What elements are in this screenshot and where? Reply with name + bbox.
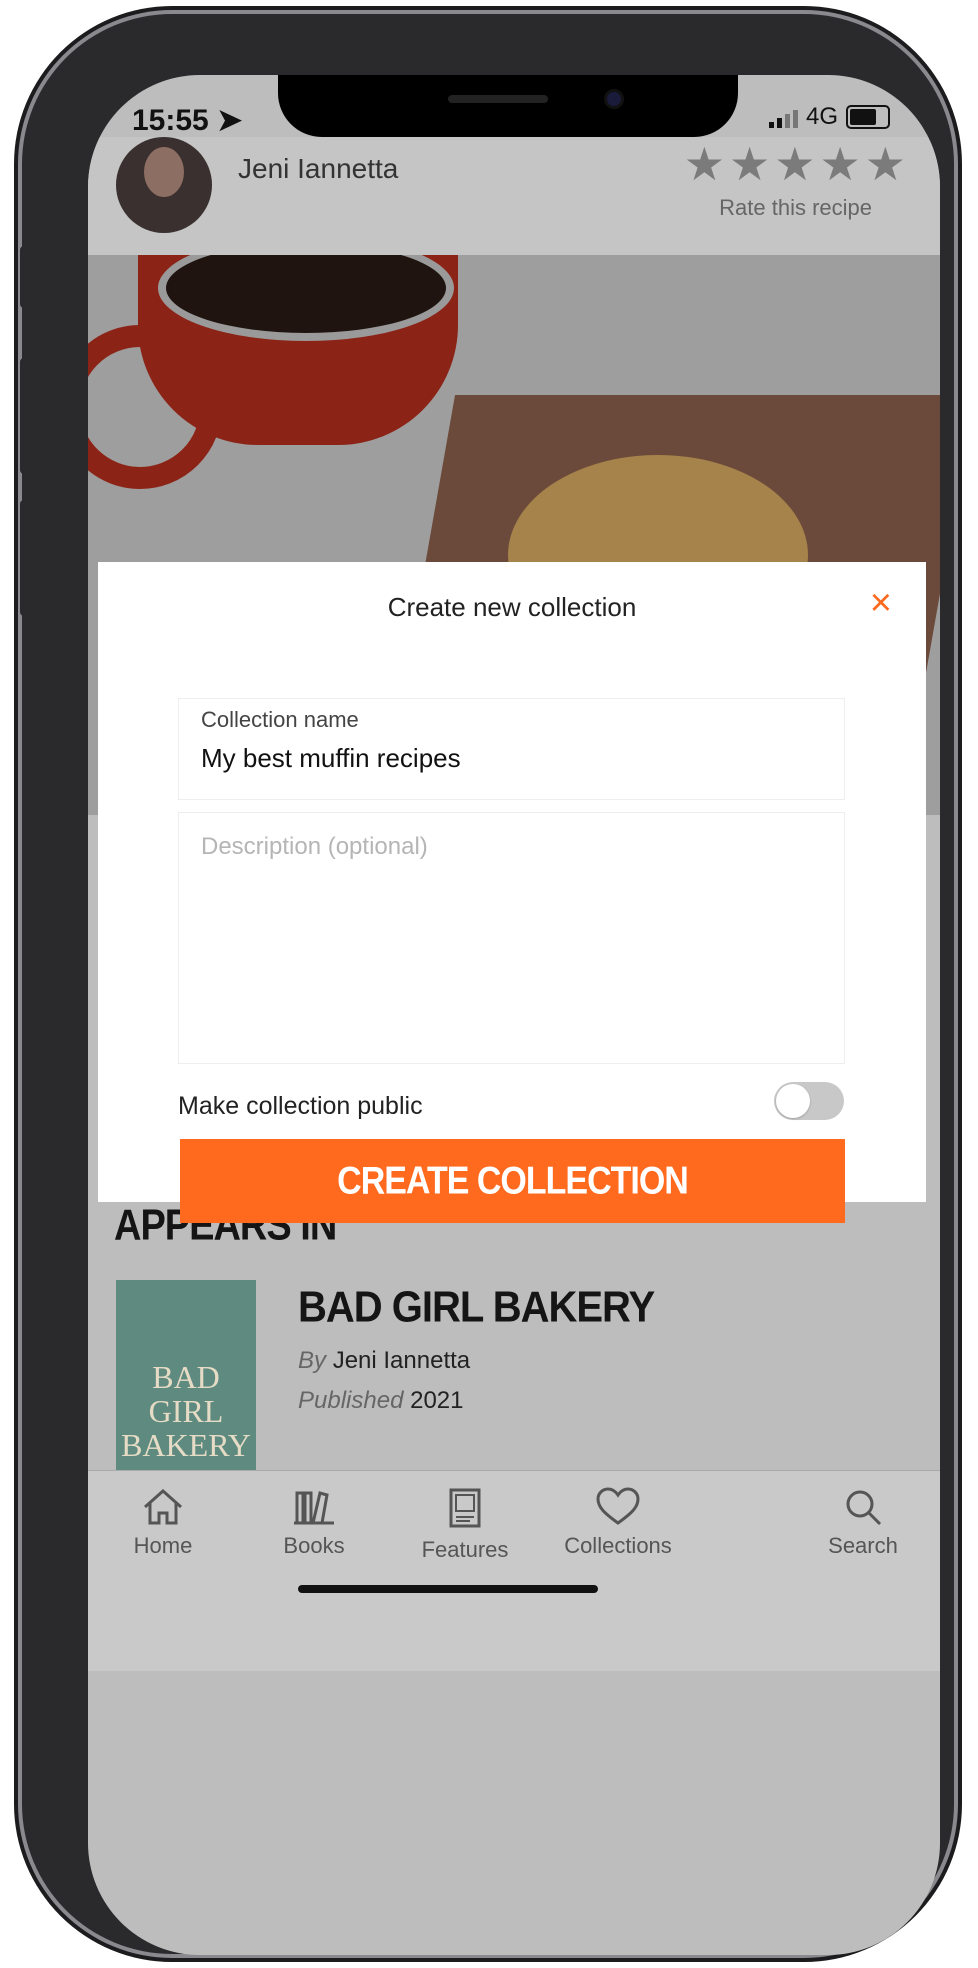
- create-collection-button[interactable]: CREATE COLLECTION: [180, 1139, 845, 1223]
- status-indicators: 4G: [768, 103, 890, 131]
- location-arrow-icon: ➤: [217, 104, 243, 137]
- book-cover-title: BAD GIRL BAKERY: [121, 1359, 251, 1463]
- tab-features[interactable]: Features: [390, 1487, 540, 1563]
- create-collection-label: CREATE COLLECTION: [337, 1159, 689, 1203]
- network-label: 4G: [805, 103, 838, 130]
- tab-collections[interactable]: Collections: [543, 1487, 693, 1559]
- book-author: By Jeni Iannetta: [298, 1347, 470, 1375]
- screen: Jeni Iannetta ★★★★★ Rate this recipe APP…: [88, 75, 940, 1955]
- make-public-label: Make collection public: [178, 1092, 423, 1120]
- collection-name-label: Collection name: [201, 707, 359, 732]
- silent-switch: [20, 246, 32, 308]
- search-icon: [846, 1490, 882, 1526]
- collection-name-field[interactable]: Collection name: [178, 698, 845, 800]
- volume-down-button: [20, 500, 32, 616]
- tab-search-label: Search: [828, 1533, 898, 1558]
- author-name[interactable]: Jeni Iannetta: [238, 153, 398, 185]
- volume-up-button: [20, 358, 32, 474]
- heart-icon: [596, 1487, 640, 1525]
- recipe-author-strip: Jeni Iannetta ★★★★★ Rate this recipe: [88, 137, 940, 255]
- close-icon[interactable]: ×: [870, 582, 892, 625]
- books-icon: [294, 1491, 334, 1525]
- by-label: By: [298, 1347, 327, 1374]
- rate-label: Rate this recipe: [719, 195, 872, 220]
- status-time: 15:55 ➤: [132, 103, 242, 138]
- battery-icon: [846, 105, 890, 129]
- book-cover[interactable]: BAD GIRL BAKERY: [116, 1280, 256, 1470]
- make-public-toggle[interactable]: [774, 1082, 844, 1120]
- tab-search[interactable]: Search: [788, 1487, 938, 1559]
- tab-home-label: Home: [133, 1533, 193, 1558]
- collection-name-input[interactable]: [201, 743, 801, 774]
- book-published: Published 2021: [298, 1387, 463, 1415]
- home-icon: [144, 1488, 182, 1525]
- author-avatar[interactable]: [116, 137, 212, 233]
- status-time-text: 15:55: [132, 104, 209, 137]
- front-camera: [604, 89, 624, 109]
- tab-books[interactable]: Books: [239, 1487, 389, 1559]
- tab-home[interactable]: Home: [88, 1487, 238, 1559]
- features-icon: [449, 1488, 481, 1528]
- book-title[interactable]: BAD GIRL BAKERY: [298, 1283, 655, 1333]
- notch: [278, 75, 738, 137]
- speaker: [448, 95, 548, 103]
- book-author-name: Jeni Iannetta: [332, 1347, 471, 1374]
- create-collection-modal: Create new collection × Collection name …: [98, 562, 926, 1223]
- rating-stars[interactable]: ★★★★★: [684, 137, 910, 191]
- modal-title: Create new collection: [387, 592, 637, 622]
- tab-books-label: Books: [283, 1533, 345, 1558]
- home-indicator[interactable]: [298, 1585, 598, 1593]
- tab-collections-label: Collections: [564, 1533, 672, 1558]
- tab-features-label: Features: [421, 1537, 509, 1562]
- published-label: Published: [298, 1387, 404, 1414]
- description-placeholder: Description (optional): [201, 833, 428, 860]
- signal-icon: [768, 106, 798, 128]
- description-field[interactable]: Description (optional): [178, 812, 845, 1064]
- published-year: 2021: [410, 1387, 464, 1414]
- tab-bar: Home Books Features Collections Search: [88, 1470, 940, 1671]
